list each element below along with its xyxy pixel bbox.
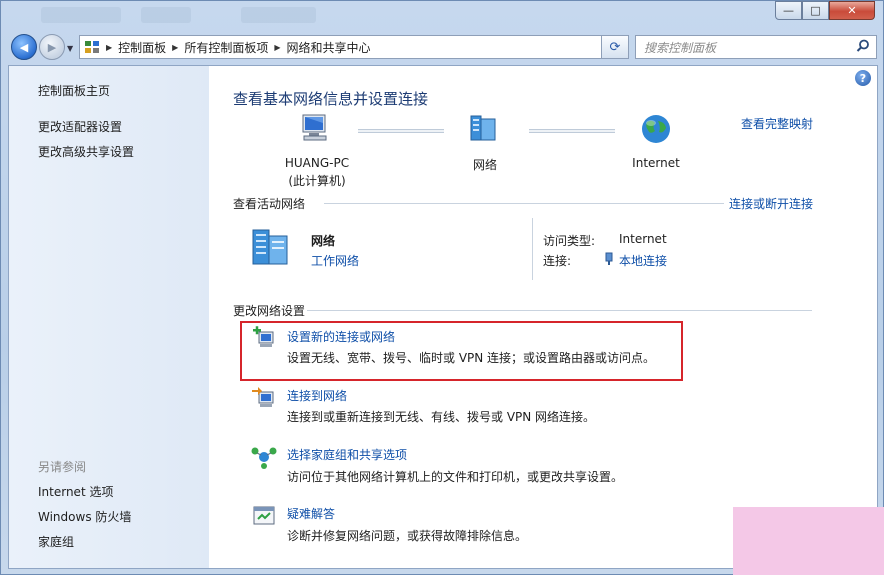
- connection-label: 连接:: [543, 254, 572, 268]
- computer-name: HUANG-PC: [284, 156, 350, 170]
- change-settings-heading: 更改网络设置: [233, 304, 306, 318]
- sidebar-item-adapter-settings[interactable]: 更改适配器设置: [38, 118, 122, 135]
- sidebar-item-advanced-sharing[interactable]: 更改高级共享设置: [38, 143, 134, 160]
- back-arrow-icon: ◀: [19, 40, 29, 54]
- refresh-icon: ⟳: [609, 39, 621, 55]
- network-label: 网络: [472, 158, 497, 172]
- sidebar-item-windows-firewall[interactable]: Windows 防火墙: [38, 508, 131, 525]
- connect-network-icon: [252, 387, 274, 407]
- address-bar[interactable]: ▶ 控制面板 ▶ 所有控制面板项 ▶ 网络和共享中心: [79, 35, 603, 59]
- window-frame: — □ ✕ ◀ ▶ ▼ ▶ 控制面板 ▶ 所有控制面板项 ▶ 网络和共享中心 ⟳…: [0, 0, 884, 575]
- back-button[interactable]: ◀: [11, 34, 37, 60]
- new-connection-icon: [253, 326, 274, 347]
- help-icon: ?: [859, 71, 867, 85]
- active-network-name: 网络: [311, 234, 336, 248]
- sidebar-item-homegroup[interactable]: 家庭组: [38, 533, 74, 550]
- computer-node: HUANG-PC (此计算机): [277, 113, 357, 189]
- search-box[interactable]: 搜索控制面板: [635, 35, 877, 59]
- breadcrumb-separator-icon[interactable]: ▶: [106, 43, 112, 52]
- work-network-icon: [252, 229, 288, 265]
- task-homegroup-desc: 访问位于其他网络计算机上的文件和打印机，或更改共享设置。: [287, 470, 624, 484]
- control-panel-icon: [84, 39, 100, 55]
- breadcrumb-separator-icon[interactable]: ▶: [274, 43, 280, 52]
- connection-line: [358, 129, 444, 133]
- search-icon[interactable]: [856, 39, 870, 57]
- breadcrumb-separator-icon[interactable]: ▶: [172, 43, 178, 52]
- task-connect-network-desc: 连接到或重新连接到无线、有线、拨号或 VPN 网络连接。: [287, 410, 596, 424]
- task-troubleshoot-link[interactable]: 疑难解答: [287, 505, 335, 522]
- title-bar: — □ ✕: [1, 1, 883, 31]
- computer-note: (此计算机): [288, 174, 346, 188]
- window-controls: — □ ✕: [775, 1, 875, 21]
- page-title: 查看基本网络信息并设置连接: [233, 90, 429, 108]
- active-networks-heading: 查看活动网络: [233, 197, 306, 211]
- blurred-tab: [141, 7, 191, 23]
- internet-node[interactable]: Internet: [621, 113, 691, 170]
- navigation-bar: ◀ ▶ ▼ ▶ 控制面板 ▶ 所有控制面板项 ▶ 网络和共享中心 ⟳ 搜索控制面…: [1, 31, 883, 65]
- access-type-value: Internet: [619, 232, 667, 246]
- network-icon: [470, 115, 496, 141]
- task-connect-network-link[interactable]: 连接到网络: [287, 387, 347, 404]
- divider: [324, 203, 724, 204]
- connection-line: [529, 129, 615, 133]
- maximize-icon: □: [810, 4, 821, 17]
- task-troubleshoot-desc: 诊断并修复网络问题，或获得故障排除信息。: [287, 529, 528, 543]
- forward-button[interactable]: ▶: [39, 34, 65, 60]
- watermark-overlay: [733, 507, 884, 575]
- internet-label: Internet: [632, 156, 680, 170]
- content-area: 控制面板主页 更改适配器设置 更改高级共享设置 另请参阅 Internet 选项…: [8, 65, 878, 569]
- globe-icon: [642, 115, 670, 143]
- breadcrumb-network-center[interactable]: 网络和共享中心: [287, 39, 371, 56]
- computer-icon: [302, 114, 327, 141]
- vertical-divider: [532, 218, 533, 280]
- troubleshoot-icon: [253, 506, 275, 525]
- access-type-label: 访问类型:: [543, 234, 596, 248]
- ethernet-icon: [605, 252, 613, 265]
- see-also-heading: 另请参阅: [38, 460, 87, 474]
- close-icon: ✕: [847, 4, 857, 17]
- homegroup-icon: [251, 447, 277, 469]
- forward-arrow-icon: ▶: [47, 40, 57, 54]
- connect-disconnect-link[interactable]: 连接或断开连接: [729, 195, 813, 212]
- network-node[interactable]: 网络: [455, 113, 515, 173]
- blurred-tab: [241, 7, 316, 23]
- local-connection-link[interactable]: 本地连接: [619, 252, 667, 269]
- search-placeholder: 搜索控制面板: [644, 40, 717, 55]
- full-map-link[interactable]: 查看完整映射: [741, 115, 813, 132]
- sidebar-item-internet-options[interactable]: Internet 选项: [38, 483, 113, 500]
- blurred-tab: [41, 7, 121, 23]
- task-new-connection-desc: 设置无线、宽带、拨号、临时或 VPN 连接；或设置路由器或访问点。: [287, 351, 656, 365]
- sidebar-home-link[interactable]: 控制面板主页: [38, 82, 110, 99]
- sidebar: 控制面板主页 更改适配器设置 更改高级共享设置 另请参阅 Internet 选项…: [9, 66, 209, 568]
- minimize-button[interactable]: —: [775, 1, 802, 20]
- network-type-link[interactable]: 工作网络: [311, 252, 359, 269]
- divider: [307, 310, 812, 311]
- main-panel: ? 查看基本网络信息并设置连接 查看完整映射 HUANG-PC (此计算机) 网…: [209, 66, 877, 568]
- close-button[interactable]: ✕: [829, 1, 875, 20]
- minimize-icon: —: [783, 4, 794, 17]
- task-homegroup-link[interactable]: 选择家庭组和共享选项: [287, 446, 407, 463]
- maximize-button[interactable]: □: [802, 1, 829, 20]
- help-button[interactable]: ?: [855, 70, 871, 86]
- breadcrumb-all-items[interactable]: 所有控制面板项: [184, 39, 268, 56]
- task-new-connection-link[interactable]: 设置新的连接或网络: [287, 328, 395, 345]
- breadcrumb-control-panel[interactable]: 控制面板: [118, 39, 166, 56]
- refresh-button[interactable]: ⟳: [601, 35, 629, 59]
- recent-pages-dropdown-icon[interactable]: ▼: [67, 44, 73, 53]
